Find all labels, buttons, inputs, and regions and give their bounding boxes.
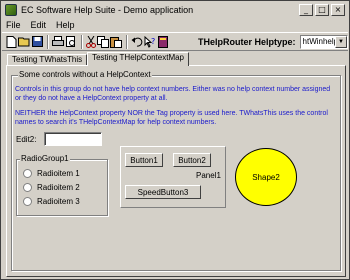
- print-preview-icon[interactable]: [65, 34, 77, 49]
- window-title: EC Software Help Suite - Demo applicatio…: [21, 5, 194, 15]
- button2[interactable]: Button2: [173, 153, 211, 167]
- tab-strip: Testing TWhatsThis Testing THelpContextM…: [7, 52, 190, 66]
- undo-icon[interactable]: [131, 34, 143, 49]
- help-icon[interactable]: ?: [144, 34, 156, 49]
- info-paragraph-2: NEITHER the HelpContext property NOR the…: [15, 110, 328, 126]
- speedbutton3[interactable]: SpeedButton3: [125, 185, 201, 199]
- tab-panel: Some controls without a HelpContext Cont…: [6, 65, 346, 277]
- close-button[interactable]: ×: [331, 4, 345, 16]
- info-paragraph-1: Controls in this group do not have help …: [15, 86, 331, 102]
- menu-edit[interactable]: Edit: [31, 20, 47, 30]
- radiogroup1: RadioGroup1 Radioitem 1 Radioitem 2 Radi…: [16, 154, 108, 216]
- radio-label: Radioitem 1: [37, 169, 80, 178]
- app-icon: [5, 4, 17, 16]
- panel1: Button1 Button2 Panel1 SpeedButton3: [120, 146, 226, 208]
- helptype-value: htWinhelp: [302, 37, 339, 46]
- edit2-input[interactable]: [44, 132, 102, 146]
- toolbar-separator: [47, 34, 49, 49]
- shape2: Shape2: [235, 148, 297, 206]
- save-icon[interactable]: [32, 34, 43, 49]
- help-book-icon[interactable]: [157, 34, 169, 49]
- tab-testing-thelpcontextmap[interactable]: Testing THelpContextMap: [87, 52, 190, 66]
- menu-file[interactable]: File: [6, 20, 21, 30]
- toolbar-separator: [126, 34, 128, 49]
- radio-item-1[interactable]: Radioitem 1: [23, 169, 80, 178]
- new-file-icon[interactable]: [6, 34, 17, 49]
- toolbar: ? THelpRouter Helptype: htWinhelp ▼: [2, 32, 348, 51]
- menu-bar: File Edit Help: [2, 18, 348, 32]
- edit2-label: Edit2:: [16, 135, 37, 144]
- open-folder-icon[interactable]: [18, 34, 31, 49]
- radio-label: Radioitem 3: [37, 197, 80, 206]
- panel1-caption: Panel1: [196, 171, 221, 180]
- chevron-down-icon[interactable]: ▼: [335, 35, 347, 48]
- copy-icon[interactable]: [97, 34, 109, 49]
- helptype-select[interactable]: htWinhelp ▼: [299, 34, 348, 49]
- radio-button[interactable]: [23, 197, 32, 206]
- radio-item-3[interactable]: Radioitem 3: [23, 197, 80, 206]
- radio-label: Radioitem 2: [37, 183, 80, 192]
- button1[interactable]: Button1: [125, 153, 163, 167]
- svg-text:?: ?: [151, 37, 155, 46]
- app-window: EC Software Help Suite - Demo applicatio…: [0, 0, 350, 280]
- group-caption: Some controls without a HelpContext: [18, 70, 152, 79]
- radio-button[interactable]: [23, 183, 32, 192]
- radiogroup-caption: RadioGroup1: [20, 154, 70, 163]
- print-icon[interactable]: [52, 34, 64, 49]
- minimize-button[interactable]: _: [299, 4, 313, 16]
- menu-help[interactable]: Help: [56, 20, 75, 30]
- paste-icon[interactable]: [110, 34, 122, 49]
- radio-item-2[interactable]: Radioitem 2: [23, 183, 80, 192]
- title-bar[interactable]: EC Software Help Suite - Demo applicatio…: [2, 2, 348, 18]
- cut-icon[interactable]: [86, 34, 96, 49]
- helptype-label: THelpRouter Helptype:: [198, 36, 296, 47]
- maximize-button[interactable]: □: [315, 4, 329, 16]
- toolbar-separator: [81, 34, 83, 49]
- group-no-helpcontext: Some controls without a HelpContext Cont…: [11, 70, 341, 271]
- radio-button[interactable]: [23, 169, 32, 178]
